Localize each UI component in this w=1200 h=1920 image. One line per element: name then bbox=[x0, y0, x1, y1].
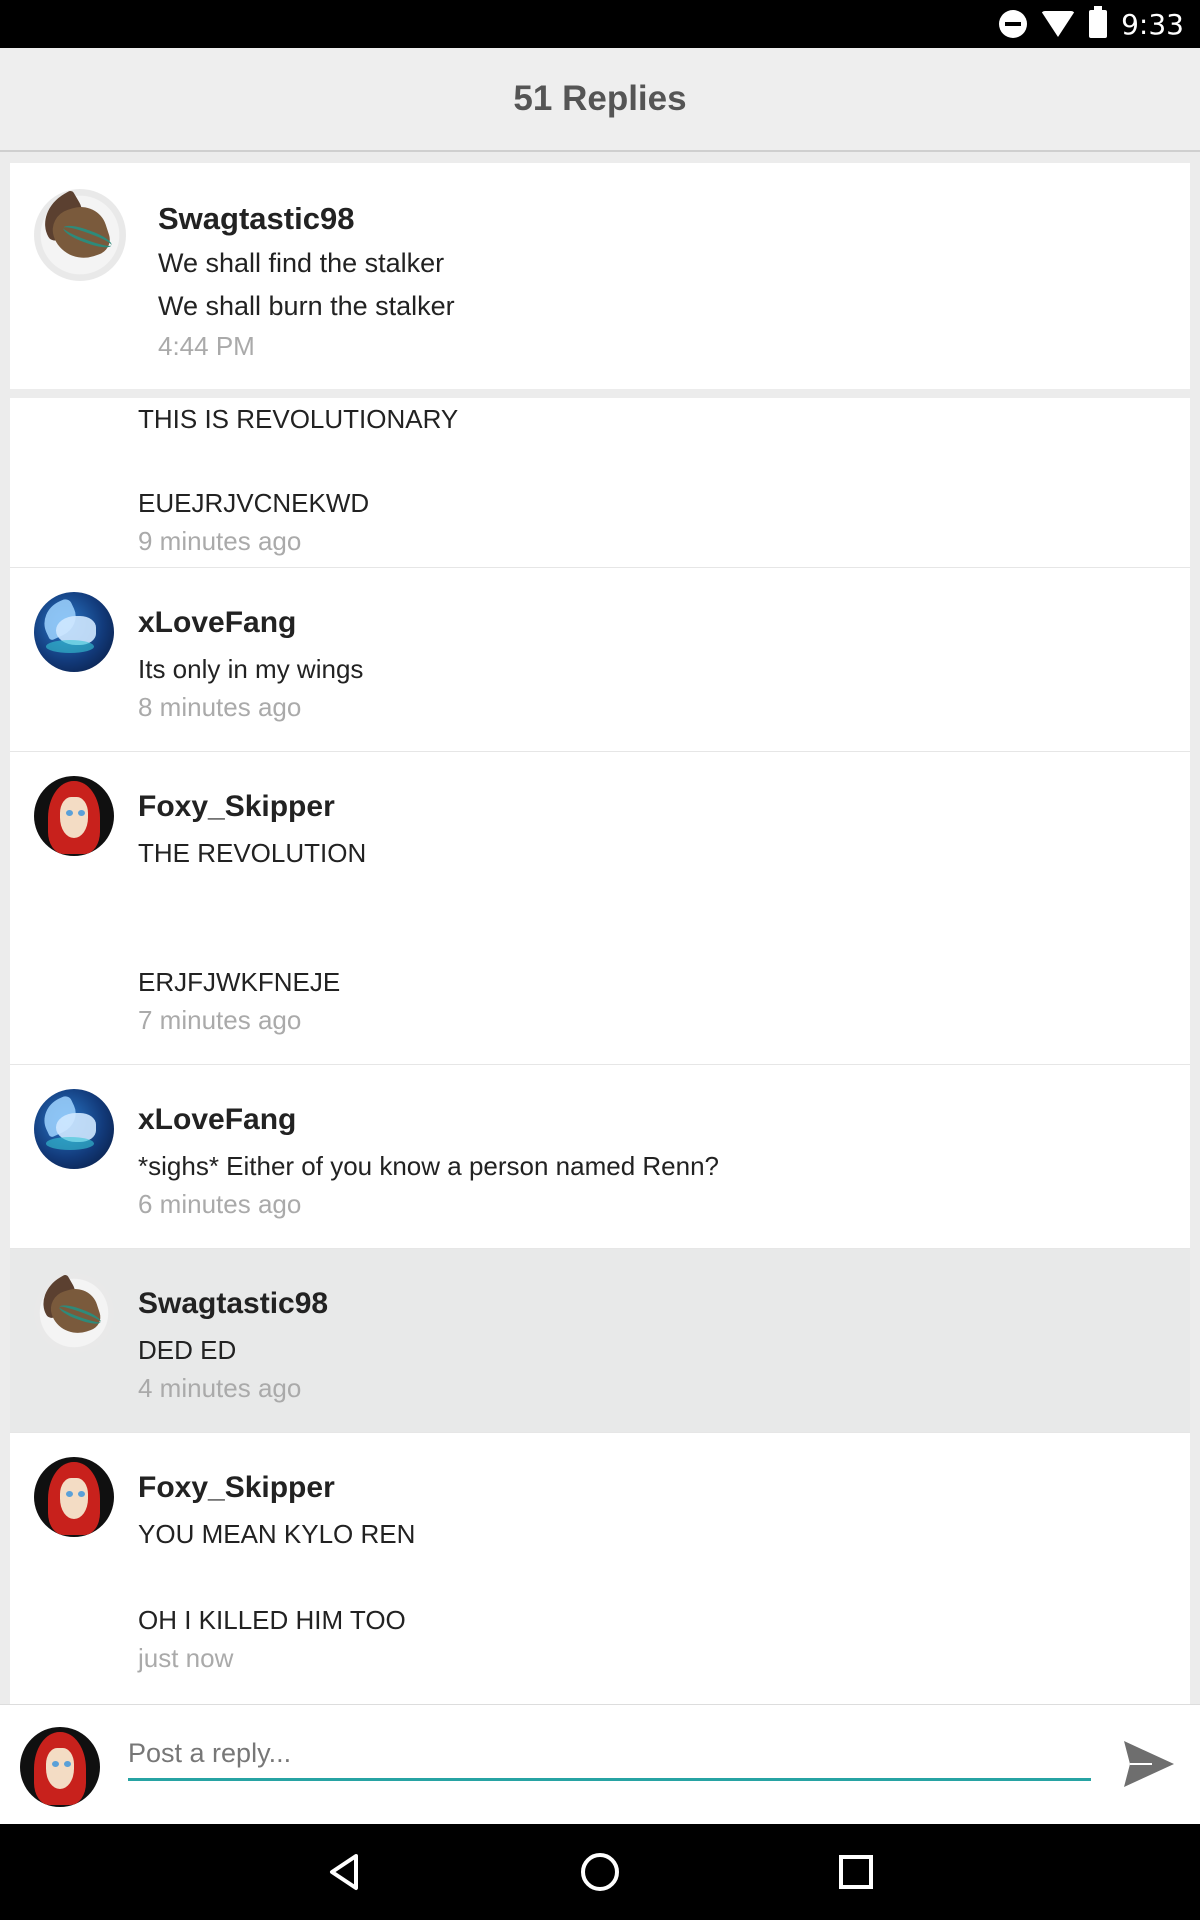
avatar[interactable] bbox=[34, 1273, 114, 1353]
reply-text-line: ERJFJWKFNEJE bbox=[138, 967, 341, 997]
back-icon bbox=[330, 1854, 358, 1890]
reply-text-line: YOU MEAN KYLO REN bbox=[138, 1519, 416, 1549]
post-text-line: We shall find the stalker bbox=[158, 248, 445, 278]
reply-input[interactable] bbox=[128, 1733, 1091, 1781]
post-timestamp: 4:44 PM bbox=[158, 331, 255, 361]
replies-list[interactable]: THIS IS REVOLUTIONARY EUEJRJVCNEKWD 9 mi… bbox=[10, 398, 1190, 1704]
status-time: 9:33 bbox=[1121, 7, 1184, 41]
reply-author[interactable]: Foxy_Skipper bbox=[138, 1471, 335, 1505]
reply-author[interactable]: Foxy_Skipper bbox=[138, 790, 335, 824]
back-button[interactable] bbox=[296, 1824, 392, 1920]
reply-bar bbox=[0, 1704, 1200, 1824]
recents-button[interactable] bbox=[808, 1824, 904, 1920]
wifi-icon bbox=[1041, 11, 1076, 37]
reply-text-line: EUEJRJVCNEKWD bbox=[138, 488, 370, 518]
reply-author[interactable]: xLoveFang bbox=[138, 1103, 296, 1137]
list-item[interactable]: xLoveFang Its only in my wings 8 minutes… bbox=[10, 568, 1190, 752]
reply-text-line: THE REVOLUTION bbox=[138, 838, 367, 868]
list-item[interactable]: THIS IS REVOLUTIONARY EUEJRJVCNEKWD 9 mi… bbox=[10, 398, 1190, 568]
reply-text-line: OH I KILLED HIM TOO bbox=[138, 1605, 406, 1635]
reply-timestamp: 6 minutes ago bbox=[138, 1189, 302, 1219]
home-button[interactable] bbox=[552, 1824, 648, 1920]
post-text-line: We shall burn the stalker bbox=[158, 291, 455, 321]
avatar[interactable] bbox=[34, 1089, 114, 1169]
recents-icon bbox=[839, 1855, 873, 1889]
reply-text-line: *sighs* Either of you know a person name… bbox=[138, 1151, 720, 1181]
reply-timestamp: 4 minutes ago bbox=[138, 1373, 302, 1403]
avatar bbox=[20, 1727, 100, 1807]
reply-author[interactable]: Swagtastic98 bbox=[138, 1287, 328, 1321]
reply-text-line: THIS IS REVOLUTIONARY bbox=[138, 404, 459, 434]
reply-text-line: Its only in my wings bbox=[138, 654, 364, 684]
reply-timestamp: 8 minutes ago bbox=[138, 692, 302, 722]
avatar[interactable] bbox=[34, 1457, 114, 1537]
avatar[interactable] bbox=[34, 189, 126, 281]
send-icon[interactable] bbox=[1122, 1739, 1176, 1789]
list-item[interactable]: Foxy_Skipper THE REVOLUTION ERJFJWKFNEJE… bbox=[10, 752, 1190, 1065]
navigation-bar bbox=[0, 1824, 1200, 1920]
dnd-icon bbox=[999, 10, 1028, 38]
original-post: Swagtastic98 We shall find the stalker W… bbox=[10, 163, 1190, 389]
reply-timestamp: 9 minutes ago bbox=[138, 526, 302, 556]
avatar[interactable] bbox=[34, 592, 114, 672]
header: 51 Replies bbox=[0, 48, 1200, 152]
home-icon bbox=[581, 1853, 619, 1891]
battery-icon bbox=[1089, 6, 1108, 38]
list-item[interactable]: xLoveFang *sighs* Either of you know a p… bbox=[10, 1065, 1190, 1249]
list-item[interactable]: Swagtastic98 DED ED 4 minutes ago bbox=[10, 1249, 1190, 1433]
status-bar: 9:33 bbox=[0, 0, 1200, 48]
reply-author[interactable]: xLoveFang bbox=[138, 606, 296, 640]
page-title: 51 Replies bbox=[513, 79, 687, 118]
list-item[interactable]: Foxy_Skipper YOU MEAN KYLO REN OH I KILL… bbox=[10, 1433, 1190, 1704]
reply-timestamp: just now bbox=[138, 1643, 234, 1673]
reply-timestamp: 7 minutes ago bbox=[138, 1005, 302, 1035]
post-author[interactable]: Swagtastic98 bbox=[158, 201, 354, 237]
avatar[interactable] bbox=[34, 776, 114, 856]
reply-text-line: DED ED bbox=[138, 1335, 237, 1365]
